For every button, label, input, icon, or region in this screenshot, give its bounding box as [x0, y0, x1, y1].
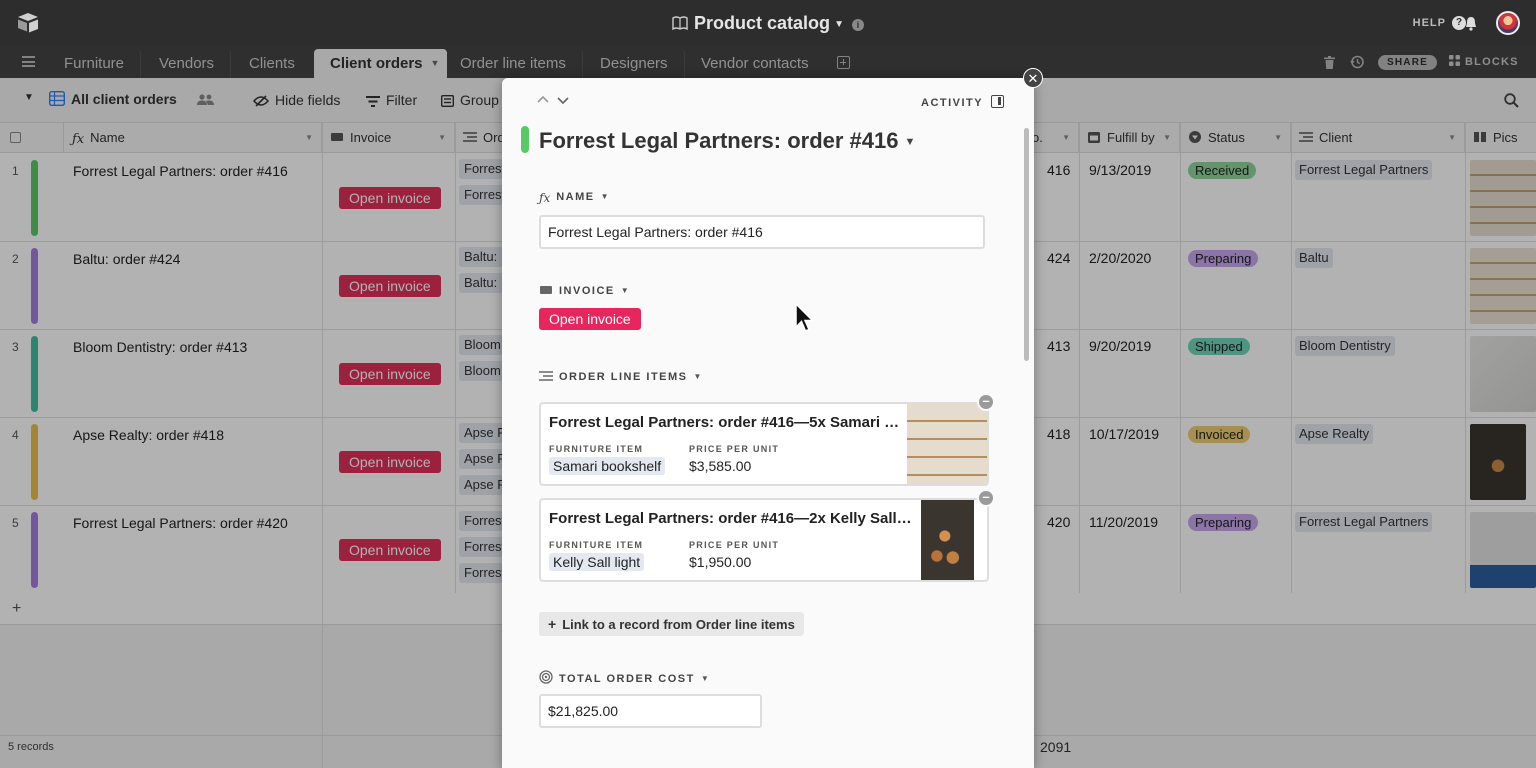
previous-record-icon[interactable]: [537, 94, 549, 106]
field-label-text: TOTAL ORDER COST: [559, 673, 695, 685]
card-field-label: FURNITURE ITEM: [549, 540, 644, 550]
price-per-unit: $3,585.00: [689, 458, 752, 474]
field-label-text: ORDER LINE ITEMS: [559, 371, 688, 383]
base-title-text: Product catalog: [694, 13, 831, 33]
linked-record-title: Forrest Legal Partners: order #416—2x Ke…: [549, 510, 915, 527]
open-invoice-button[interactable]: Open invoice: [539, 308, 641, 330]
record-color-bar: [521, 126, 529, 153]
record-title-text: Forrest Legal Partners: order #416: [539, 128, 899, 153]
activity-panel-icon: [991, 95, 1005, 108]
linked-record-card[interactable]: Forrest Legal Partners: order #416—5x Sa…: [539, 402, 989, 486]
close-icon[interactable]: ✕: [1023, 68, 1043, 88]
chevron-down-icon: ▼: [834, 19, 844, 30]
top-bar: Product catalog ▼ i HELP ?: [0, 0, 1536, 46]
furniture-item-chip: Samari bookshelf: [549, 457, 666, 475]
field-label-total-order-cost[interactable]: TOTAL ORDER COST ▼: [539, 670, 710, 685]
mouse-cursor-icon: [795, 303, 815, 332]
bell-icon[interactable]: [1464, 16, 1478, 31]
base-title[interactable]: Product catalog ▼ i: [0, 13, 1536, 34]
card-field-label: PRICE PER UNIT: [689, 444, 780, 454]
link-record-label: Link to a record from Order line items: [562, 617, 795, 632]
field-label-text: NAME: [556, 191, 595, 203]
formula-icon: ƒx: [539, 191, 551, 205]
link-record-button[interactable]: + Link to a record from Order line items: [539, 612, 804, 636]
linked-record-title: Forrest Legal Partners: order #416—5x Sa…: [549, 414, 901, 431]
card-field-label: FURNITURE ITEM: [549, 444, 644, 454]
chevron-down-icon[interactable]: ▼: [694, 372, 703, 381]
avatar[interactable]: [1496, 11, 1520, 35]
modal-scrollbar[interactable]: [1024, 128, 1029, 361]
field-label-text: INVOICE: [559, 285, 615, 297]
field-label-order-line-items[interactable]: ORDER LINE ITEMS ▼: [539, 370, 703, 383]
card-field-label: PRICE PER UNIT: [689, 540, 780, 550]
chevron-down-icon[interactable]: ▼: [904, 136, 915, 148]
linked-record-card[interactable]: Forrest Legal Partners: order #416—2x Ke…: [539, 498, 989, 582]
book-icon: [672, 16, 688, 30]
expanded-record-modal: ACTIVITY Forrest Legal Partners: order #…: [502, 78, 1034, 768]
name-field[interactable]: Forrest Legal Partners: order #416: [539, 215, 985, 249]
activity-label: ACTIVITY: [921, 97, 984, 109]
chevron-down-icon[interactable]: ▼: [701, 674, 710, 683]
help-link[interactable]: HELP: [1413, 17, 1446, 29]
chevron-down-icon[interactable]: ▼: [621, 286, 630, 295]
remove-link-icon[interactable]: –: [977, 489, 995, 507]
furniture-item-chip: Kelly Sall light: [549, 553, 645, 571]
button-field-icon: [540, 286, 552, 294]
link-field-icon: [539, 371, 553, 381]
field-label-invoice[interactable]: INVOICE ▼: [539, 284, 630, 297]
rollup-icon: [539, 670, 553, 684]
activity-toggle[interactable]: ACTIVITY: [921, 95, 1005, 109]
record-title[interactable]: Forrest Legal Partners: order #416 ▼: [539, 128, 915, 154]
remove-link-icon[interactable]: –: [977, 393, 995, 411]
plus-icon: +: [548, 616, 557, 632]
info-icon[interactable]: i: [851, 19, 864, 31]
linked-record-thumbnail: [921, 500, 974, 580]
total-order-cost-field[interactable]: $21,825.00: [539, 694, 762, 728]
linked-record-thumbnail: [907, 404, 987, 484]
field-label-name[interactable]: ƒx NAME ▼: [539, 191, 610, 205]
next-record-icon[interactable]: [557, 94, 569, 106]
price-per-unit: $1,950.00: [689, 554, 752, 570]
chevron-down-icon[interactable]: ▼: [601, 192, 610, 201]
